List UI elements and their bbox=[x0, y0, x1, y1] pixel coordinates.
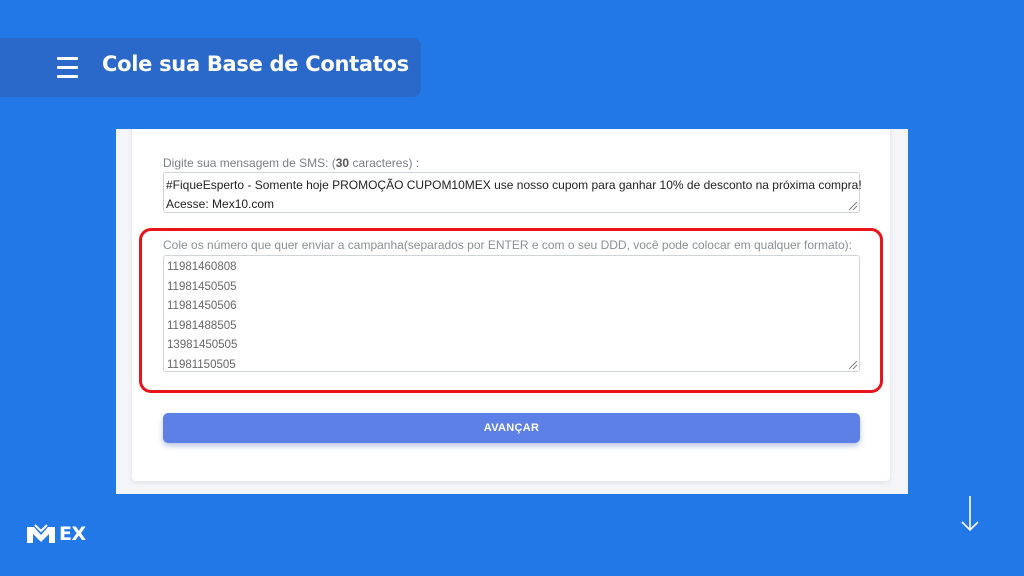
phone-number: 11981450506 bbox=[167, 300, 237, 312]
hamburger-menu-icon[interactable] bbox=[57, 57, 78, 78]
logo-text: EX bbox=[59, 523, 86, 545]
page-title: Cole sua Base de Contatos bbox=[102, 52, 409, 76]
phone-number: 11981460808 bbox=[167, 261, 237, 273]
resize-handle-icon[interactable] bbox=[849, 361, 857, 369]
phone-number: 11981450505 bbox=[167, 280, 237, 293]
numbers-label: Cole os número que quer enviar a campanh… bbox=[163, 238, 853, 252]
brand-logo: EX bbox=[26, 522, 86, 546]
sms-message-line: Acesse: Mex10.com bbox=[166, 197, 275, 211]
sms-message-label: Digite sua mensagem de SMS: (30 caracter… bbox=[163, 156, 420, 170]
advance-button[interactable]: AVANÇAR bbox=[163, 413, 860, 443]
phone-numbers-textarea[interactable]: 11981460808 11981450505 11981450506 1198… bbox=[163, 255, 860, 372]
phone-number: 11981488505 bbox=[167, 319, 237, 332]
header-bar: Cole sua Base de Contatos bbox=[0, 38, 421, 97]
arrow-down-icon bbox=[961, 496, 979, 532]
phone-number: 11981150505 bbox=[167, 358, 236, 371]
sms-char-count: 30 bbox=[335, 156, 350, 170]
mex-m-logo-icon bbox=[27, 524, 55, 543]
resize-handle-icon[interactable] bbox=[849, 202, 857, 210]
sms-message-textarea[interactable]: #FiqueEsperto - Somente hoje PROMOÇÃO CU… bbox=[163, 172, 862, 213]
sms-message-line: #FiqueEsperto - Somente hoje PROMOÇÃO CU… bbox=[166, 178, 862, 192]
phone-number: 13981450505 bbox=[167, 339, 238, 351]
